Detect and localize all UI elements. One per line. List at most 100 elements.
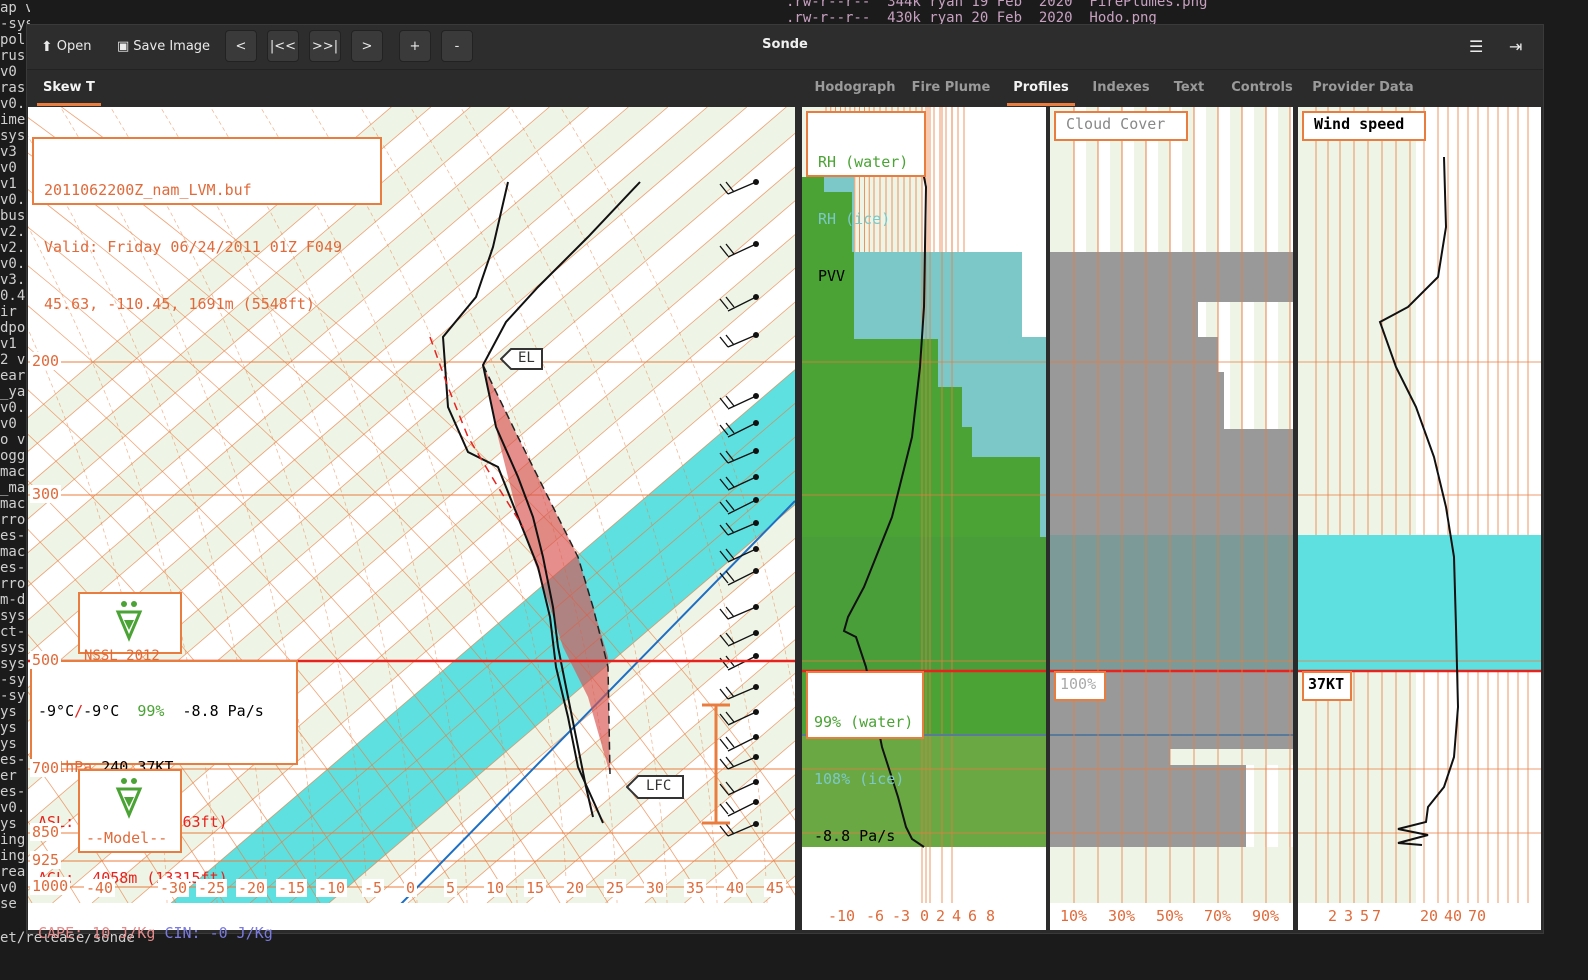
left-tabs: Skew T (27, 70, 797, 106)
hail-zone-band (1298, 535, 1541, 670)
wind-barb-point (753, 734, 759, 740)
legend-model-label: --Model-- (86, 829, 168, 847)
wind-barb-point (753, 393, 759, 399)
skew-t-header: 2011062200Z_nam_LVM.buf Valid: Friday 06… (32, 137, 382, 313)
cloud-tick-label: 90% (1252, 907, 1280, 925)
wind-barb-point (753, 684, 759, 690)
wind-tick-label: 2 (1328, 907, 1338, 925)
pressure-tick-label: 700 (30, 759, 62, 777)
temperature-tick-label: 25 (604, 879, 627, 897)
wind-tick-label: 7 (1372, 907, 1382, 925)
exit-icon[interactable]: ⇥ (1509, 37, 1522, 56)
wind-tick-label: 70 (1468, 907, 1487, 925)
cloud-tick-label: 70% (1204, 907, 1232, 925)
wind-barb-point (753, 709, 759, 715)
wind-profile-chart[interactable] (1298, 107, 1541, 930)
tab-text[interactable]: Text (1167, 70, 1211, 106)
cloud-legend: Cloud Cover (1054, 111, 1188, 141)
wind-legend: Wind speed (1302, 111, 1426, 141)
temperature-tick-label: -10 (316, 879, 348, 897)
rh-water-band (802, 537, 1046, 672)
pressure-tick-label: 850 (30, 823, 62, 841)
wind-barb-flag (725, 736, 735, 748)
rh-legend: RH (water) RH (ice) PVV (806, 111, 926, 285)
wind-barb-flag (719, 336, 729, 348)
wind-tick-label: 40 (1444, 907, 1463, 925)
temperature-tick-label: -5 (362, 879, 385, 897)
sample-rh: 99% (137, 702, 165, 720)
tab-hodograph[interactable]: Hodograph (813, 70, 897, 106)
rh-tick-label: -10 (828, 907, 856, 925)
wind-barb-point (753, 497, 759, 503)
sample-cin: CIN: -0 J/Kg (164, 924, 273, 942)
sample-temp: -9°C (38, 702, 75, 720)
wind-barb-flag (725, 334, 735, 346)
rh-tick-label: -6 (866, 907, 885, 925)
tab-skew-t[interactable]: Skew T (37, 70, 101, 106)
wind-barb-point (753, 332, 759, 338)
cloud-profile-chart[interactable] (1050, 107, 1293, 930)
rh-tick-label: 4 (952, 907, 962, 925)
wind-barb-point (753, 520, 759, 526)
tab-provider-data[interactable]: Provider Data (1311, 70, 1415, 106)
sample-pvv: -8.8 Pa/s (182, 702, 264, 720)
pressure-tick-label: 1000 (30, 877, 71, 895)
rh-sample: 99% (water) 108% (ice) -8.8 Pa/s (806, 671, 924, 845)
terminal-line: .rw-r--r-- 344k ryan 19 Feb 2020 FirePlu… (786, 0, 1208, 10)
header-file: 2011062200Z_nam_LVM.buf (44, 181, 252, 199)
temperature-tick-label: -20 (236, 879, 268, 897)
wind-barb-point (753, 568, 759, 574)
wind-barb-flag (719, 608, 729, 620)
temperature-tick-label: 35 (684, 879, 707, 897)
tab-profiles[interactable]: Profiles (1007, 70, 1075, 106)
cloud-sample: 100% (1054, 671, 1106, 701)
rh-tick-label: -3 (892, 907, 911, 925)
skew-t-panel[interactable]: 2011062200Z_nam_LVM.buf Valid: Friday 06… (28, 107, 795, 942)
temperature-tick-label: 45 (764, 879, 787, 897)
cloud-profile-panel[interactable]: Cloud Cover 100% 10% 30% 50% 70% 90% (1050, 107, 1293, 930)
wind-tick-label: 3 (1344, 907, 1354, 925)
tab-controls[interactable]: Controls (1227, 70, 1297, 106)
wind-profile-panel[interactable]: Wind speed 37KT 2 3 5 7 20 40 70 (1298, 107, 1541, 930)
tab-fire-plume[interactable]: Fire Plume (911, 70, 991, 106)
wind-barb-point (753, 754, 759, 760)
temperature-tick-label: 10 (484, 879, 507, 897)
window-title: Sonde (762, 37, 808, 52)
rh-tick-label: 6 (968, 907, 978, 925)
wind-sample: 37KT (1302, 671, 1352, 701)
rh-tick-label: 0 (920, 907, 930, 925)
wind-barb-point (753, 630, 759, 636)
legend-nssl: NSSL 2012 (78, 592, 182, 664)
temperature-tick-label: 20 (564, 879, 587, 897)
wind-barb-flag (719, 688, 729, 700)
temperature-tick-label: -15 (276, 879, 308, 897)
sample-dew: -9°C (83, 702, 120, 720)
wind-barb-point (753, 448, 759, 454)
legend-model: --Model-- (78, 769, 182, 853)
wind-barb-point (753, 241, 759, 247)
rh-profile-panel[interactable]: RH (water) RH (ice) PVV 99% (water) 108%… (802, 107, 1046, 930)
cloud-highlight (1050, 535, 1293, 670)
rh-tick-label: 2 (936, 907, 946, 925)
tab-indexes[interactable]: Indexes (1089, 70, 1153, 106)
wind-tick-label: 20 (1420, 907, 1439, 925)
temperature-tick-label: -25 (196, 879, 228, 897)
terminal-line: ap v0.11.0 (0, 0, 30, 16)
wind-barb-point (753, 546, 759, 552)
header-valid: Valid: Friday 06/24/2011 01Z F049 (44, 238, 343, 256)
cloud-tick-label: 50% (1156, 907, 1184, 925)
wind-barb-point (753, 604, 759, 610)
wind-barb-flag (719, 397, 729, 409)
funnel-icon (115, 778, 143, 819)
wind-tick-label: 5 (1360, 907, 1370, 925)
cloud-tick-label: 10% (1060, 907, 1088, 925)
title-bar: ⬆ Open ▣ Save Image < |<< >>| > + - Sond… (27, 25, 1543, 70)
wind-barb-flag (719, 738, 729, 750)
funnel-icon (115, 601, 143, 642)
wind-barb-point (753, 799, 759, 805)
menu-icon[interactable]: ☰ (1469, 37, 1483, 56)
sample-readout: -9°C/-9°C 99% -8.8 Pa/s 501hPa 240 37KT … (30, 660, 298, 942)
rh-tick-label: 8 (986, 907, 996, 925)
wind-barb-point (753, 779, 759, 785)
wind-barb-point (753, 420, 759, 426)
